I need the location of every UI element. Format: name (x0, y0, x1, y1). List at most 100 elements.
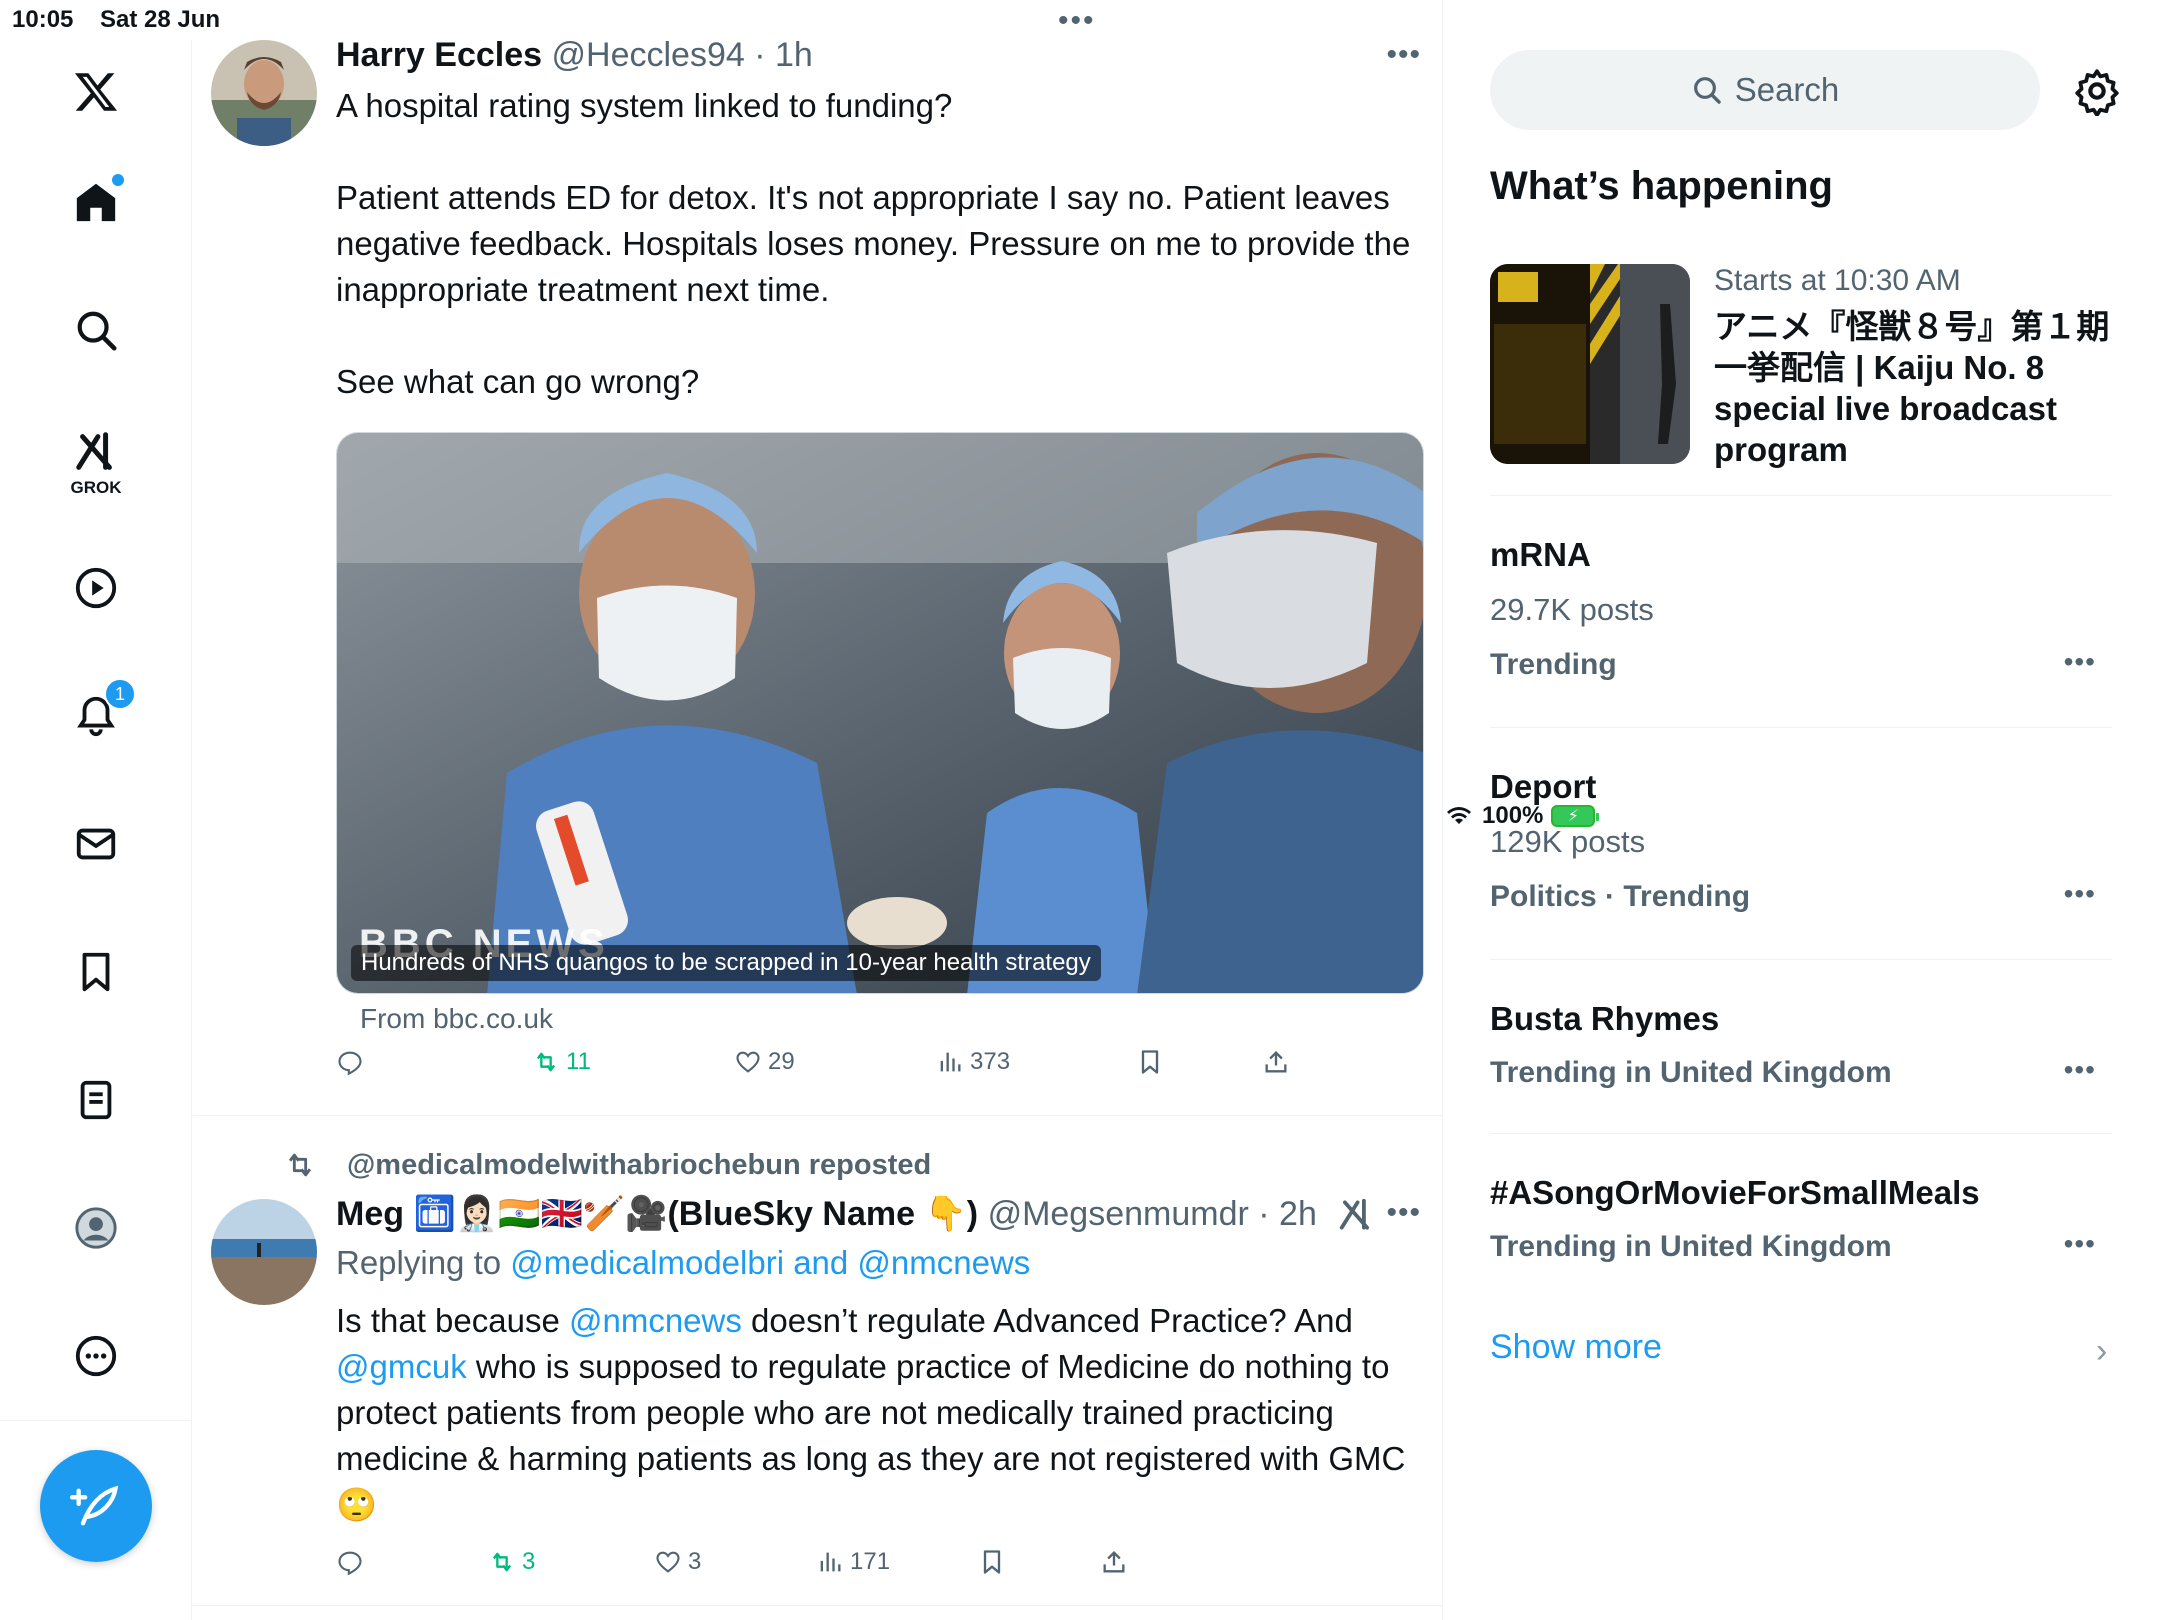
trend-event-kaiju[interactable]: Starts at 10:30 AM アニメ『怪獣８号』第１期一挙配信 | Ka… (1490, 0, 2112, 496)
trend-context: Trending (1490, 648, 1617, 681)
search-icon[interactable] (64, 298, 128, 362)
post-header: Harry Eccles @Heccles94 · 1h (336, 36, 813, 75)
trend-context: Trending in United Kingdom (1490, 1230, 1892, 1263)
more-options-icon[interactable] (64, 1324, 128, 1388)
trend-post-count: 129K posts (1490, 824, 1646, 859)
bookmark-button[interactable] (1136, 1048, 1164, 1076)
grok-explain-icon[interactable] (1337, 1196, 1375, 1234)
event-thumbnail (1490, 264, 1690, 464)
show-more-link[interactable]: Show more (1490, 1328, 1662, 1367)
mention-gmcuk[interactable]: @gmcuk (336, 1348, 467, 1385)
replying-to-mentions[interactable]: @medicalmodelbri and @nmcnews (510, 1244, 1030, 1281)
share-icon (1265, 1051, 1287, 1073)
avatar[interactable] (211, 40, 317, 146)
repost-button[interactable]: 11 (532, 1048, 591, 1076)
timeline-feed: Harry Eccles @Heccles94 · 1h ••• A hospi… (193, 0, 1629, 1620)
grok-icon[interactable] (64, 420, 128, 484)
views-button[interactable]: 373 (936, 1048, 1010, 1076)
reply-button[interactable] (336, 1048, 370, 1076)
trend-item[interactable]: Busta Rhymes Trending in United Kingdom … (1490, 960, 2112, 1134)
trend-name: mRNA (1490, 536, 1591, 573)
post-paragraph: A hospital rating system linked to fundi… (336, 87, 953, 124)
trend-post-count: 29.7K posts (1490, 592, 1654, 627)
view-count: 373 (970, 1048, 1011, 1075)
notifications-bell-icon[interactable]: 1 (64, 678, 136, 748)
bookmarks-icon[interactable] (64, 940, 128, 1004)
repost-indicator-icon (288, 1153, 312, 1177)
post-time[interactable]: · 2h (1258, 1195, 1317, 1233)
trend-item[interactable]: #ASongOrMovieForSmallMeals Trending in U… (1490, 1134, 2112, 1308)
link-source[interactable]: From bbc.co.uk (360, 1003, 553, 1035)
share-button[interactable] (1262, 1048, 1290, 1076)
post-paragraph: Patient attends ED for detox. It's not a… (336, 179, 1411, 308)
profile-avatar-icon[interactable] (64, 1196, 128, 1260)
repost-icon (536, 1052, 556, 1072)
reply-icon (338, 1051, 362, 1076)
chevron-right-icon[interactable]: › (2096, 1332, 2107, 1371)
post-body: A hospital rating system linked to fundi… (336, 83, 1416, 405)
view-count: 171 (850, 1548, 891, 1575)
tweet-harry-eccles[interactable]: Harry Eccles @Heccles94 · 1h ••• A hospi… (193, 8, 1443, 1116)
grok-label: GROK (70, 478, 122, 497)
like-button[interactable]: 29 (734, 1048, 795, 1076)
tweet-meg[interactable]: @medicalmodelwithabriochebun reposted Me… (193, 1116, 1443, 1606)
share-icon (1103, 1551, 1125, 1573)
status-time: 10:05 (12, 6, 74, 33)
repost-count: 3 (522, 1548, 536, 1575)
author-name[interactable]: Meg 🛅👩🏻‍⚕️🇮🇳🇬🇧🏏🎥(BlueSky Name 👇) (336, 1195, 978, 1233)
avatar[interactable] (211, 1199, 317, 1305)
heart-icon (736, 1051, 760, 1073)
post-text-segment: doesn’t regulate Advanced Practice? And (741, 1302, 1353, 1339)
trend-item[interactable]: mRNA 29.7K posts Trending ••• (1490, 496, 2112, 728)
video-play-icon[interactable] (64, 556, 128, 620)
replying-prefix: Replying to (336, 1244, 511, 1281)
lists-icon[interactable] (64, 1068, 128, 1132)
repost-icon (492, 1552, 512, 1572)
repost-count: 11 (566, 1048, 591, 1075)
trend-name: #ASongOrMovieForSmallMeals (1490, 1174, 1980, 1211)
post-time[interactable]: · 1h (754, 36, 813, 74)
reply-button[interactable] (336, 1548, 370, 1576)
post-more-icon[interactable]: ••• (1386, 38, 1421, 72)
x-logo-icon[interactable] (64, 60, 128, 124)
event-meta: Starts at 10:30 AM (1714, 264, 1961, 297)
left-nav: GROK 1 (0, 40, 192, 1620)
right-sidebar: Search What’s happening Starts at 10:30 … (1444, 0, 2160, 1620)
media-caption: Hundreds of NHS quangos to be scrapped i… (351, 945, 1101, 981)
home-icon[interactable] (64, 170, 128, 234)
author-handle[interactable]: @Megsenmumdr (988, 1195, 1249, 1233)
views-button[interactable]: 171 (816, 1548, 890, 1576)
compose-post-button[interactable] (40, 1450, 152, 1562)
trend-more-icon[interactable]: ••• (2064, 1054, 2096, 1086)
post-text-segment: Is that because (336, 1302, 569, 1339)
trend-context: Politics · Trending (1490, 880, 1751, 913)
trend-more-icon[interactable]: ••• (2064, 878, 2096, 910)
reposted-by[interactable]: @medicalmodelwithabriochebun reposted (283, 1148, 931, 1182)
mention-nmcnews[interactable]: @nmcnews (569, 1302, 742, 1339)
heart-icon (656, 1551, 680, 1573)
nav-divider (0, 1420, 192, 1421)
like-button[interactable]: 3 (654, 1548, 701, 1576)
author-name[interactable]: Harry Eccles (336, 36, 542, 74)
replying-to: Replying to @medicalmodelbri and @nmcnew… (336, 1240, 1416, 1286)
trend-name: Busta Rhymes (1490, 1000, 1720, 1037)
trend-context: Trending in United Kingdom (1490, 1056, 1892, 1089)
repost-button[interactable]: 3 (488, 1548, 535, 1576)
author-handle[interactable]: @Heccles94 (552, 36, 745, 74)
notifications-count-badge: 1 (104, 678, 136, 710)
trend-more-icon[interactable]: ••• (2064, 646, 2096, 678)
link-card-image[interactable]: BBC NEWS Hundreds of NHS quangos to be s… (336, 432, 1424, 994)
bookmark-button[interactable] (978, 1548, 1006, 1576)
views-chart-icon (820, 1552, 841, 1572)
compose-feather-icon (70, 1485, 119, 1526)
messages-envelope-icon[interactable] (64, 812, 128, 876)
trend-item[interactable]: Deport 129K posts Politics · Trending ••… (1490, 728, 2112, 960)
bookmark-icon (1141, 1050, 1159, 1074)
post-more-icon[interactable]: ••• (1386, 1196, 1421, 1230)
share-button[interactable] (1100, 1548, 1128, 1576)
post-paragraph: See what can go wrong? (336, 363, 700, 400)
like-count: 3 (688, 1548, 702, 1575)
home-unread-dot (110, 172, 126, 188)
trend-name: Deport (1490, 768, 1597, 805)
trend-more-icon[interactable]: ••• (2064, 1228, 2096, 1260)
